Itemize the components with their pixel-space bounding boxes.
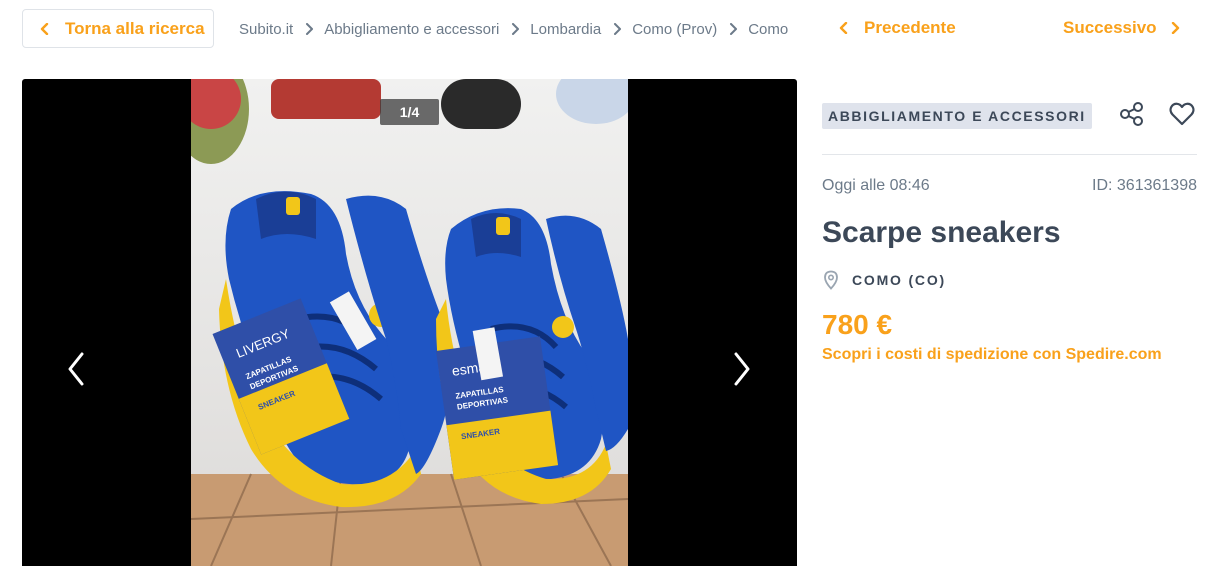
listing-location: COMO (CO) (822, 270, 946, 290)
image-gallery: LIVERGY ZAPATILLAS DEPORTIVAS SNEAKER es… (22, 79, 797, 566)
sneakers-photo: LIVERGY ZAPATILLAS DEPORTIVAS SNEAKER es… (191, 79, 628, 566)
chevron-right-icon (306, 23, 314, 35)
breadcrumb: Subito.it Abbigliamento e accessori Lomb… (239, 18, 788, 40)
breadcrumb-item-city[interactable]: Como (748, 21, 788, 38)
listing-photo[interactable]: LIVERGY ZAPATILLAS DEPORTIVAS SNEAKER es… (191, 79, 628, 566)
location-text: COMO (CO) (852, 272, 946, 288)
next-ad-label: Successivo (1063, 18, 1157, 37)
breadcrumb-item-province[interactable]: Como (Prov) (632, 21, 717, 38)
chevron-right-icon (512, 23, 520, 35)
price: 780 € (822, 309, 893, 340)
listing-title: Scarpe sneakers (822, 216, 1061, 249)
next-ad-link[interactable]: Successivo (1063, 16, 1181, 40)
map-pin-icon (824, 270, 838, 290)
chevron-left-icon (839, 22, 848, 34)
shipping-cost-link[interactable]: Scopri i costi di spedizione con Spedire… (822, 346, 1162, 364)
back-to-search-button[interactable]: Torna alla ricerca (22, 9, 214, 48)
breadcrumb-item-category[interactable]: Abbigliamento e accessori (324, 21, 499, 38)
ad-id: ID: 361361398 (1092, 177, 1197, 194)
chevron-right-icon (614, 23, 622, 35)
share-icon[interactable] (1119, 101, 1145, 127)
heart-icon[interactable] (1168, 100, 1196, 128)
chevron-right-icon (1171, 22, 1179, 34)
back-to-search-label: Torna alla ricerca (65, 18, 205, 38)
previous-ad-label: Precedente (864, 18, 956, 37)
next-image-arrow-icon[interactable] (728, 349, 754, 389)
breadcrumb-item-home[interactable]: Subito.it (239, 21, 293, 38)
posted-date: Oggi alle 08:46 (822, 177, 930, 194)
image-counter: 1/4 (380, 99, 439, 125)
chevron-left-icon (40, 22, 49, 35)
chevron-right-icon (730, 23, 738, 35)
previous-ad-link[interactable]: Precedente (838, 16, 956, 40)
divider (822, 154, 1197, 155)
breadcrumb-item-region[interactable]: Lombardia (530, 21, 601, 38)
category-badge[interactable]: ABBIGLIAMENTO E ACCESSORI (822, 103, 1092, 129)
previous-image-arrow-icon[interactable] (64, 349, 90, 389)
